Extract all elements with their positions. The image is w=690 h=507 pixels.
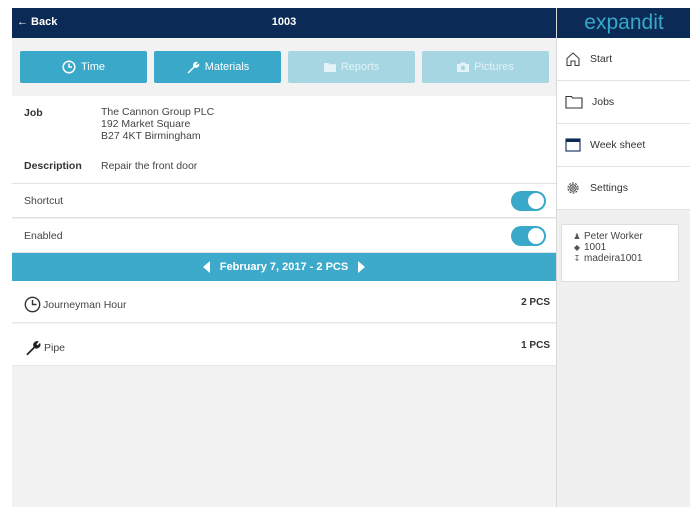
- page-title: 1003: [271, 16, 297, 28]
- camera-icon: [457, 62, 470, 72]
- shortcut-toggle[interactable]: [511, 191, 546, 211]
- folder-icon: [565, 95, 583, 109]
- enabled-label: Enabled: [24, 230, 63, 242]
- item-name: Pipe: [44, 341, 66, 354]
- user-icon: ♟: [573, 232, 581, 241]
- main-panel: ← Back 1003 Time Materials Reports Pictu…: [12, 8, 556, 507]
- sidebar-item-start[interactable]: Start: [557, 38, 690, 81]
- tab-reports-label: Reports: [340, 61, 380, 73]
- clock-icon: [62, 60, 76, 74]
- item-name: Journeyman Hour: [43, 298, 127, 311]
- sidebar-item-label: Start: [590, 53, 613, 65]
- login-icon: ↧: [573, 254, 581, 263]
- shortcut-label: Shortcut: [24, 195, 64, 207]
- tab-pictures-label: Pictures: [474, 61, 514, 73]
- top-bar: ← Back 1003: [12, 8, 556, 38]
- enabled-toggle[interactable]: [511, 226, 546, 246]
- tab-materials[interactable]: Materials: [154, 51, 281, 83]
- tab-time-label: Time: [80, 61, 106, 73]
- list-item[interactable]: Pipe 1 PCS: [12, 324, 556, 366]
- user-name: Peter Worker: [584, 231, 643, 242]
- sidebar-item-label: Jobs: [592, 96, 615, 108]
- wrench-icon: [187, 61, 199, 74]
- item-quantity: 1 PCS: [521, 340, 550, 351]
- next-day-arrow-icon[interactable]: [358, 261, 366, 273]
- sidebar-item-label: Week sheet: [590, 139, 646, 151]
- sidebar-item-jobs[interactable]: Jobs: [557, 81, 690, 124]
- job-customer: The Cannon Group PLC: [101, 106, 215, 118]
- job-label: Job: [24, 107, 43, 119]
- tab-reports[interactable]: Reports: [288, 51, 415, 83]
- enabled-row: Enabled: [12, 219, 556, 253]
- job-address-line1: 192 Market Square: [101, 118, 191, 130]
- shortcut-row: Shortcut: [12, 184, 556, 218]
- logo: expandit: [557, 8, 690, 38]
- job-description: Repair the front door: [101, 160, 198, 172]
- toggle-knob: [528, 193, 544, 209]
- item-quantity: 2 PCS: [521, 297, 550, 308]
- description-label: Description: [24, 160, 82, 172]
- calendar-icon: [565, 138, 581, 152]
- sidebar-nav: Start Jobs Week sheet Settings: [557, 38, 690, 210]
- previous-day-arrow-icon[interactable]: [202, 261, 210, 273]
- sidebar-item-week-sheet[interactable]: Week sheet: [557, 124, 690, 167]
- user-id: 1001: [584, 242, 607, 253]
- job-details: Job The Cannon Group PLC 192 Market Squa…: [12, 96, 556, 184]
- tag-icon: ◆: [573, 243, 581, 252]
- gear-icon: [567, 182, 579, 194]
- list-item[interactable]: Journeyman Hour 2 PCS: [12, 281, 556, 323]
- clock-icon: [24, 296, 41, 313]
- sidebar-item-label: Settings: [590, 182, 628, 194]
- sidebar: expandit Start Jobs Week sheet Settings …: [556, 8, 690, 507]
- tab-pictures[interactable]: Pictures: [422, 51, 549, 83]
- user-card: ♟ Peter Worker ◆ 1001 ↧ madeira1001: [561, 224, 679, 282]
- home-icon: [566, 52, 580, 67]
- toggle-knob: [528, 228, 544, 244]
- user-login: madeira1001: [584, 253, 643, 264]
- tab-time[interactable]: Time: [20, 51, 147, 83]
- date-navigator: February 7, 2017 - 2 PCS: [12, 253, 556, 281]
- folder-icon: [323, 63, 336, 72]
- tab-materials-label: Materials: [204, 61, 250, 73]
- date-label: February 7, 2017 - 2 PCS: [219, 261, 349, 273]
- job-address-line2: B27 4KT Birmingham: [101, 130, 201, 142]
- sidebar-item-settings[interactable]: Settings: [557, 167, 690, 210]
- wrench-icon: [26, 341, 41, 356]
- tab-bar: Time Materials Reports Pictures: [12, 38, 556, 96]
